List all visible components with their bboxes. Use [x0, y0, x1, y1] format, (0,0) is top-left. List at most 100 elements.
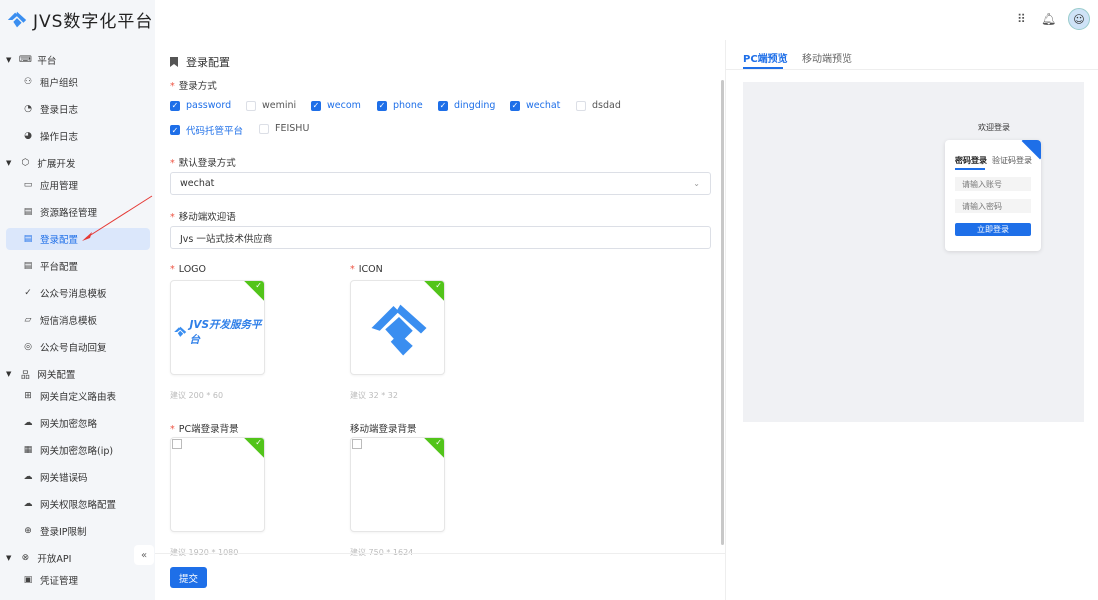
login-method-checkbox[interactable]: ✓ wechat	[510, 100, 560, 111]
login-method-checkbox[interactable]: dsdad	[576, 100, 621, 111]
sidebar-item-1[interactable]: ⚇ 租户组织	[0, 71, 155, 93]
default-method-select[interactable]: wechat ⌄	[170, 172, 711, 195]
icon-label: * ICON	[350, 264, 383, 275]
avatar[interactable]: ☺	[1068, 8, 1090, 30]
header: ⠿ 🔔︎	[155, 0, 1098, 40]
tab-pc-preview[interactable]: PC端预览	[743, 50, 788, 65]
checkbox-label: 代码托管平台	[186, 126, 244, 137]
api-icon: ⊗	[21, 553, 30, 563]
sidebar-item-label: 短信消息模板	[40, 316, 98, 327]
sidebar-item-3[interactable]: ◕ 操作日志	[0, 125, 155, 147]
checkbox-icon	[576, 100, 586, 111]
sidebar-item-18[interactable]: ⊕ 登录IP限制	[0, 520, 155, 542]
bell-icon[interactable]: 🔔︎	[1041, 12, 1056, 26]
sidebar-item-11[interactable]: ◎ 公众号自动回复	[0, 336, 155, 358]
message-icon: ▱	[24, 315, 32, 325]
sidebar-item-20[interactable]: ▣ 凭证管理	[0, 569, 155, 591]
jvs-logo-icon	[7, 11, 27, 27]
mobile-bg-label: 移动端登录背景	[350, 424, 417, 435]
globe-icon: ⊕	[24, 526, 32, 536]
sidebar-item-label: 平台配置	[40, 262, 79, 273]
check-icon: ✓	[435, 438, 442, 447]
preview-account-input: 请输入账号	[955, 177, 1031, 191]
preview-tab-password: 密码登录	[955, 156, 987, 165]
sidebar-group-12[interactable]: ▼ 品网关配置	[0, 363, 155, 385]
divider	[725, 40, 726, 600]
logo-upload[interactable]: ✓ JVS开发服务平台	[170, 280, 265, 375]
caret-down-icon: ▼	[6, 159, 12, 167]
icon-upload[interactable]: ✓	[350, 280, 445, 375]
network-icon: 品	[20, 370, 30, 381]
sidebar-item-8[interactable]: ▤ 平台配置	[0, 255, 155, 277]
sidebar-item-2[interactable]: ◔ 登录日志	[0, 98, 155, 120]
sidebar-group-0[interactable]: ▼ ⌨ 平台	[0, 49, 155, 71]
sidebar-item-label: 凭证管理	[40, 576, 79, 587]
login-method-checkbox[interactable]: FEISHU	[259, 123, 309, 134]
checkbox-label: dingding	[454, 100, 496, 111]
pc-bg-upload[interactable]: ✓	[170, 437, 265, 532]
logo-image-text: JVS开发服务平台	[189, 319, 262, 346]
app-logo[interactable]: JVS数字化平台	[6, 7, 153, 32]
sidebar-item-9[interactable]: ✓ 公众号消息模板	[0, 282, 155, 304]
sidebar-group-4[interactable]: ▼ ⬡ 扩展开发	[0, 152, 155, 174]
login-method-checkbox[interactable]: ✓ wecom	[311, 100, 361, 111]
check-icon: ✓	[255, 281, 262, 290]
checkbox-label: password	[186, 100, 232, 111]
sidebar-item-6[interactable]: ▤ 资源路径管理	[0, 201, 155, 223]
sidebar-item-label: 登录IP限制	[40, 527, 87, 538]
sidebar-item-label: 应用管理	[40, 181, 79, 192]
welcome-input[interactable]: Jvs 一站式技术供应商	[170, 226, 711, 249]
default-method-label: * 默认登录方式	[170, 158, 236, 169]
checkbox-icon	[259, 123, 269, 134]
login-method-checkbox[interactable]: wemini	[246, 100, 296, 111]
sidebar-item-14[interactable]: ☁ 网关加密忽略	[0, 412, 155, 434]
list-icon: ▤	[23, 234, 33, 244]
login-method-checkbox[interactable]: ✓ 代码托管平台	[170, 123, 243, 137]
apps-grid-icon[interactable]: ⠿	[1017, 12, 1026, 26]
sidebar-item-7[interactable]: ▤ 登录配置	[6, 228, 150, 250]
caret-down-icon: ▼	[6, 554, 12, 562]
preview-login-button: 立即登录	[955, 223, 1031, 236]
sidebar: JVS数字化平台 ▼ ⌨ 平台 ⚇ 租户组织 ◔ 登录日志 ◕ 操作日志 ▼ ⬡ 扩展开发 ▭ 应用管理 ▤…	[0, 0, 155, 600]
check-icon: ✓	[435, 281, 442, 290]
checkbox-icon: ✓	[377, 100, 387, 111]
divider	[155, 553, 725, 554]
icon-hint: 建议 32 * 32	[350, 391, 398, 400]
sidebar-item-13[interactable]: ⊞ 网关自定义路由表	[0, 385, 155, 407]
sidebar-item-5[interactable]: ▭ 应用管理	[0, 174, 155, 196]
chevron-down-icon: ⌄	[693, 179, 700, 188]
sidebar-item-label: 网关加密忽略(ip)	[40, 446, 114, 457]
caret-down-icon: ▼	[6, 370, 12, 378]
reply-icon: ◎	[24, 342, 32, 352]
form-scrollbar[interactable]	[721, 80, 724, 545]
preview-welcome: 欢迎登录	[978, 123, 1010, 132]
login-method-checkbox[interactable]: ✓ password	[170, 100, 231, 111]
login-method-checkbox[interactable]: ✓ dingding	[438, 100, 495, 111]
pc-preview-area	[743, 82, 1084, 422]
login-method-checkbox[interactable]: ✓ phone	[377, 100, 423, 111]
sidebar-group-19[interactable]: ▼ ⊗ 开放API	[0, 547, 155, 569]
checkbox-label: wechat	[526, 100, 561, 111]
check-circle-icon: ✓	[24, 288, 32, 298]
sidebar-item-label: 操作日志	[40, 132, 79, 143]
page-title: 登录配置	[170, 54, 230, 70]
checkbox-icon: ✓	[311, 100, 321, 111]
sidebar-item-16[interactable]: ☁ 网关错误码	[0, 466, 155, 488]
pc-bg-label: * PC端登录背景	[170, 424, 239, 435]
sidebar-item-15[interactable]: ▦ 网关加密忽略(ip)	[0, 439, 155, 461]
checkbox-label: FEISHU	[275, 123, 310, 134]
sidebar-item-17[interactable]: ☁ 网关权限忽略配置	[0, 493, 155, 515]
sidebar-item-10[interactable]: ▱ 短信消息模板	[0, 309, 155, 331]
sidebar-item-label: 租户组织	[40, 78, 79, 89]
submit-button[interactable]: 提交	[170, 567, 207, 588]
sidebar-item-label: 登录日志	[40, 105, 79, 116]
checkbox-icon: ✓	[170, 100, 180, 111]
cloud-icon: ☁	[23, 418, 33, 428]
sidebar-item-label: 网关加密忽略	[40, 419, 98, 430]
terminal-icon: ▭	[23, 180, 33, 190]
collapse-sidebar-button[interactable]: «	[134, 545, 154, 565]
sidebar-item-label: 扩展开发	[37, 159, 76, 170]
tab-mobile-preview[interactable]: 移动端预览	[802, 50, 852, 65]
welcome-label: * 移动端欢迎语	[170, 212, 236, 223]
mobile-bg-upload[interactable]: ✓	[350, 437, 445, 532]
